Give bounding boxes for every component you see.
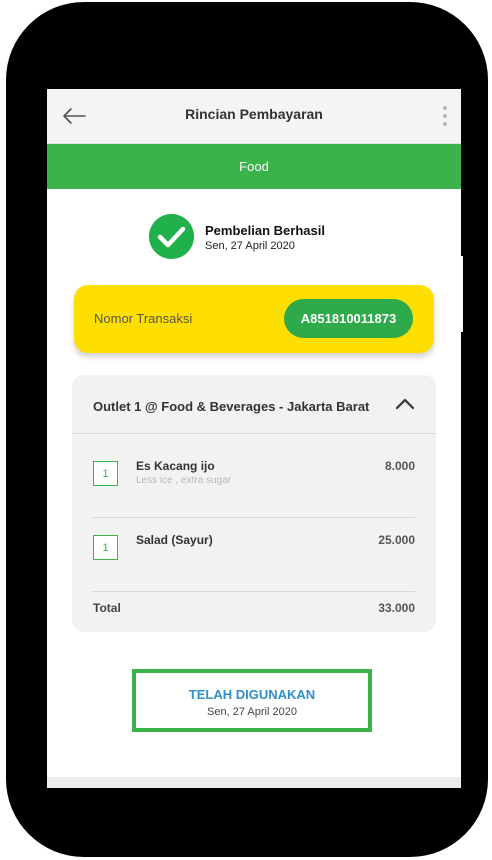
order-item: 1 Salad (Sayur) 25.000 (93, 521, 415, 592)
transaction-card: Nomor Transaksi A851810011873 (74, 285, 434, 353)
status-date: Sen, 27 April 2020 (205, 240, 295, 252)
stamp-date: Sen, 27 April 2020 (207, 706, 297, 718)
check-circle-icon (149, 214, 194, 259)
order-card: Outlet 1 @ Food & Beverages - Jakarta Ba… (72, 375, 436, 632)
total-value: 33.000 (378, 601, 415, 615)
purchase-status: Pembelian Berhasil Sen, 27 April 2020 (149, 214, 409, 259)
transaction-label: Nomor Transaksi (94, 311, 193, 326)
total-label: Total (93, 601, 121, 615)
stamp-title: TELAH DIGUNAKAN (188, 687, 316, 702)
outlet-name: Outlet 1 @ Food & Beverages - Jakarta Ba… (93, 399, 370, 414)
item-price: 25.000 (378, 533, 415, 547)
item-name: Es Kacang ijo (136, 459, 215, 473)
item-price: 8.000 (384, 459, 415, 473)
order-item: 1 Es Kacang ijo Less ice , extra sugar 8… (93, 447, 415, 518)
more-vertical-icon[interactable] (437, 101, 453, 131)
item-note: Less ice , extra sugar (136, 475, 232, 486)
screen: Rincian Pembayaran Food Pembelian Berhas… (47, 89, 461, 788)
category-bar: Food (47, 144, 461, 189)
chevron-up-icon[interactable] (394, 393, 416, 415)
order-header[interactable]: Outlet 1 @ Food & Beverages - Jakarta Ba… (72, 375, 436, 434)
bottom-strip (47, 777, 461, 788)
item-quantity: 1 (93, 461, 118, 486)
transaction-number-button[interactable]: A851810011873 (284, 299, 413, 338)
item-name: Salad (Sayur) (136, 533, 213, 547)
item-quantity: 1 (93, 535, 118, 560)
status-title: Pembelian Berhasil (205, 223, 325, 238)
app-bar: Rincian Pembayaran (47, 89, 461, 144)
used-stamp: TELAH DIGUNAKAN Sen, 27 April 2020 (132, 669, 372, 732)
page-title: Rincian Pembayaran (185, 106, 323, 122)
